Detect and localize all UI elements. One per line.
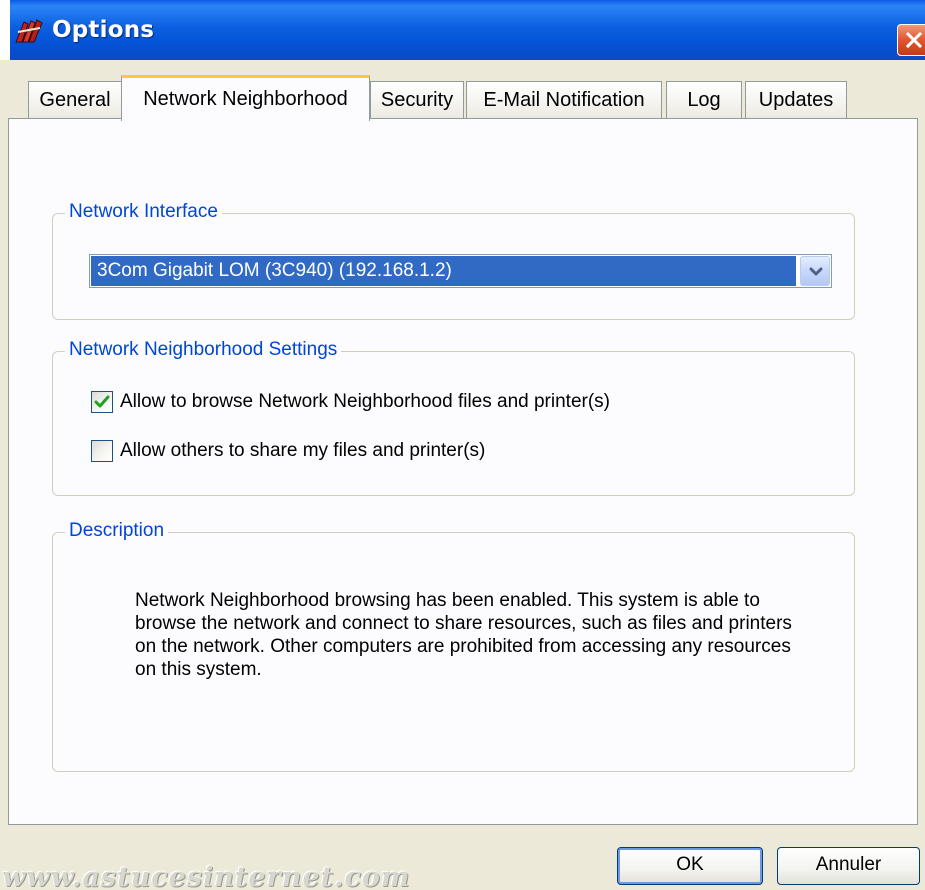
browse-checkbox[interactable]	[91, 391, 113, 413]
tab-log[interactable]: Log	[666, 81, 742, 118]
ok-button-label: OK	[676, 854, 704, 875]
cancel-button-label: Annuler	[815, 854, 882, 875]
description-group: Description Network Neighborhood browsin…	[52, 520, 855, 772]
title-bar[interactable]: Options	[0, 0, 925, 60]
dropdown-selected-value: 3Com Gigabit LOM (3C940) (192.168.1.2)	[91, 256, 796, 286]
ok-button[interactable]: OK	[617, 847, 763, 885]
tab-label: Updates	[758, 89, 834, 111]
window-title: Options	[52, 17, 155, 43]
options-window: Options General Network Neighborhood Sec…	[0, 0, 925, 890]
network-interface-group: Network Interface 3Com Gigabit LOM (3C94…	[52, 201, 855, 320]
tab-label: General	[39, 89, 111, 111]
tab-general[interactable]: General	[28, 81, 122, 118]
tab-label: Security	[380, 89, 454, 111]
watermark: www.astucesinternet.com	[2, 862, 411, 890]
network-interface-dropdown[interactable]: 3Com Gigabit LOM (3C940) (192.168.1.2)	[89, 254, 832, 288]
close-button[interactable]	[897, 24, 925, 56]
tab-label: E-Mail Notification	[483, 89, 645, 111]
chevron-down-icon	[809, 267, 823, 276]
share-checkbox-label: Allow others to share my files and print…	[120, 440, 486, 461]
cancel-button[interactable]: Annuler	[777, 847, 920, 885]
tab-security[interactable]: Security	[370, 81, 464, 118]
tab-label: Network Neighborhood	[143, 88, 348, 110]
close-icon	[905, 31, 923, 49]
group-legend: Network Neighborhood Settings	[65, 339, 342, 361]
dropdown-arrow-button[interactable]	[800, 256, 830, 286]
browse-checkbox-label: Allow to browse Network Neighborhood fil…	[120, 391, 611, 412]
share-checkbox[interactable]	[91, 440, 113, 462]
description-text: Network Neighborhood browsing has been e…	[135, 590, 792, 680]
tab-panel-network-neighborhood: Network Interface 3Com Gigabit LOM (3C94…	[8, 118, 918, 825]
tab-label: Log	[687, 89, 721, 111]
group-legend: Network Interface	[65, 201, 222, 223]
options-app-icon	[14, 18, 44, 44]
checkmark-icon	[94, 395, 110, 408]
group-legend: Description	[65, 520, 169, 542]
tab-email-notification[interactable]: E-Mail Notification	[466, 81, 662, 118]
tab-network-neighborhood[interactable]: Network Neighborhood	[121, 75, 370, 121]
nn-settings-group: Network Neighborhood Settings Allow to b…	[52, 339, 855, 496]
tab-updates[interactable]: Updates	[745, 81, 847, 118]
